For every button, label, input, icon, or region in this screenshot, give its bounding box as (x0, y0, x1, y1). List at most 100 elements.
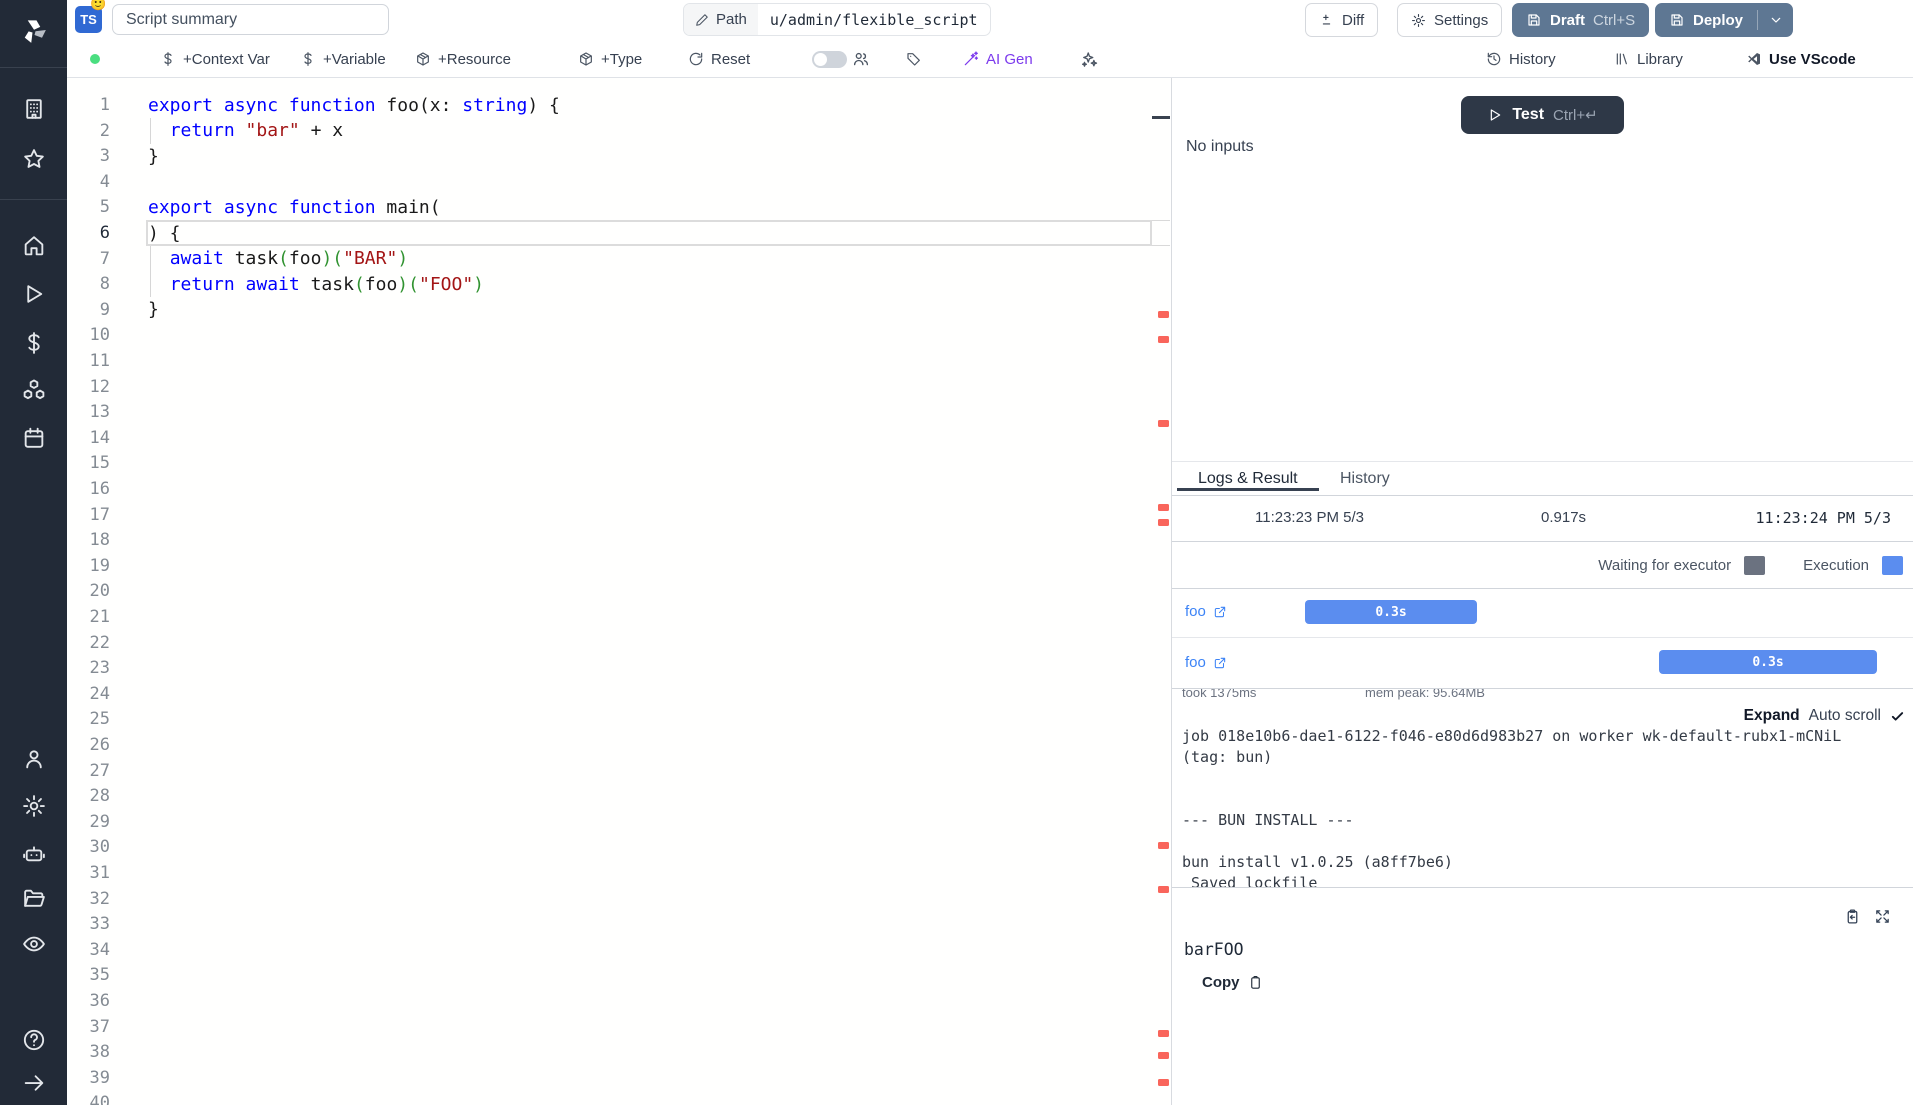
code-line[interactable]: 31 (67, 860, 1170, 886)
code-line[interactable]: 20 (67, 578, 1170, 604)
sidebar-item-workers[interactable] (21, 841, 46, 866)
add-variable-button[interactable]: +Variable (300, 40, 386, 78)
line-number: 39 (67, 1068, 110, 1088)
sidebar-item-folders[interactable] (21, 886, 46, 911)
code-line[interactable]: 11 (67, 348, 1170, 374)
sidebar-item-variables[interactable] (21, 331, 46, 356)
copy-result-button[interactable]: Copy (1202, 974, 1263, 991)
code-line[interactable]: 30 (67, 834, 1170, 860)
overview-ruler-tick (1152, 220, 1170, 221)
sidebar-item-favorites[interactable] (21, 147, 46, 172)
code-line[interactable]: 37 (67, 1014, 1170, 1040)
sparkles-icon (1080, 50, 1098, 68)
run-duration-bar[interactable]: 0.3s (1659, 650, 1877, 674)
draft-button[interactable]: Draft Ctrl+S (1512, 3, 1649, 37)
tab-history[interactable]: History (1340, 470, 1390, 488)
code-line[interactable]: 29 (67, 809, 1170, 835)
copy-to-clipboard-icon[interactable] (1844, 908, 1861, 925)
code-line[interactable]: 24 (67, 681, 1170, 707)
emoji-picker-button[interactable]: 🙂 (90, 0, 106, 10)
assistant-toggle[interactable] (812, 51, 847, 68)
add-context-var-button[interactable]: +Context Var (160, 40, 270, 78)
code-line[interactable]: 1export async function foo(x: string) { (67, 92, 1170, 118)
checkmark-icon[interactable] (1890, 709, 1905, 724)
code-line[interactable]: 32 (67, 886, 1170, 912)
code-line[interactable]: 14 (67, 425, 1170, 451)
code-line[interactable]: 4 (67, 169, 1170, 195)
add-type-button[interactable]: +Type (578, 40, 642, 78)
sidebar-item-runs[interactable] (21, 282, 46, 307)
run-foo-link[interactable]: foo (1185, 603, 1227, 620)
code-line[interactable]: 25 (67, 706, 1170, 732)
code-line[interactable]: 27 (67, 758, 1170, 784)
deploy-button[interactable]: Deploy (1655, 3, 1793, 37)
code-line[interactable]: 36 (67, 988, 1170, 1014)
windmill-logo-icon[interactable] (19, 16, 49, 46)
chevron-down-icon[interactable] (1768, 12, 1784, 28)
dollar-icon (160, 51, 176, 67)
code-line[interactable]: 12 (67, 374, 1170, 400)
sidebar-expand-arrow[interactable] (21, 1071, 46, 1096)
ai-gen-button[interactable]: AI Gen (963, 40, 1033, 78)
sidebar-item-help[interactable] (21, 1028, 46, 1053)
code-line[interactable]: 3} (67, 143, 1170, 169)
sidebar-item-users[interactable] (21, 747, 46, 772)
code-line[interactable]: 2 return "bar" + x (67, 118, 1170, 144)
code-line[interactable]: 28 (67, 783, 1170, 809)
code-line[interactable]: 34 (67, 937, 1170, 963)
code-line[interactable]: 15 (67, 450, 1170, 476)
autoscroll-label[interactable]: Auto scroll (1809, 707, 1881, 725)
sidebar-item-schedules[interactable] (21, 426, 46, 451)
fullscreen-icon[interactable] (1874, 908, 1891, 925)
run-foo-link[interactable]: foo (1185, 654, 1227, 671)
code-line[interactable]: 40 (67, 1090, 1170, 1105)
ai-sparkles-button[interactable] (1080, 40, 1098, 78)
code-editor[interactable]: 1export async function foo(x: string) {2… (67, 78, 1170, 1105)
library-button[interactable]: Library (1614, 40, 1683, 78)
add-resource-button[interactable]: +Resource (415, 40, 511, 78)
code-line[interactable]: 21 (67, 604, 1170, 630)
code-line[interactable]: 10 (67, 322, 1170, 348)
code-line[interactable]: 7 await task(foo)("BAR") (67, 246, 1170, 272)
code-line[interactable]: 6) { (67, 220, 1170, 246)
script-path[interactable]: Path u/admin/flexible_script (683, 3, 991, 36)
code-line[interactable]: 26 (67, 732, 1170, 758)
sidebar-item-settings[interactable] (21, 794, 46, 819)
run-duration-bar[interactable]: 0.3s (1305, 600, 1477, 624)
sidebar-item-audit-logs[interactable] (21, 932, 46, 957)
code-line[interactable]: 23 (67, 655, 1170, 681)
code-line[interactable]: 38 (67, 1039, 1170, 1065)
sidebar-item-resources[interactable] (21, 378, 46, 403)
code-line[interactable]: 19 (67, 553, 1170, 579)
code-line[interactable]: 8 return await task(foo)("FOO") (67, 271, 1170, 297)
history-button[interactable]: History (1486, 40, 1556, 78)
code-line[interactable]: 9} (67, 297, 1170, 323)
reset-button[interactable]: Reset (688, 40, 750, 78)
settings-button[interactable]: Settings (1397, 3, 1502, 37)
code-line[interactable]: 5export async function main( (67, 194, 1170, 220)
code-line[interactable]: 18 (67, 527, 1170, 553)
run-took-stat: took 1375ms (1182, 689, 1256, 700)
code-line[interactable]: 22 (67, 630, 1170, 656)
diff-button[interactable]: Diff (1305, 3, 1378, 37)
sidebar-item-home[interactable] (21, 233, 46, 258)
code-line[interactable]: 35 (67, 962, 1170, 988)
sidebar-item-workspace[interactable] (21, 97, 46, 122)
tab-logs-result[interactable]: Logs & Result (1198, 470, 1298, 488)
expand-button[interactable]: Expand (1744, 707, 1800, 725)
external-link-icon[interactable] (1213, 605, 1227, 619)
tag-button[interactable] (906, 40, 922, 78)
log-output[interactable]: job 018e10b6-dae1-6122-f046-e80d6d983b27… (1182, 726, 1882, 888)
code-line[interactable]: 39 (67, 1065, 1170, 1091)
code-line[interactable]: 13 (67, 399, 1170, 425)
code-line[interactable]: 16 (67, 476, 1170, 502)
test-button[interactable]: Test Ctrl+↵ (1461, 96, 1624, 134)
collaborators-button[interactable] (852, 40, 870, 78)
use-vscode-button[interactable]: Use VScode (1746, 40, 1856, 78)
script-summary-input[interactable] (112, 4, 389, 35)
external-link-icon[interactable] (1213, 656, 1227, 670)
code-line[interactable]: 33 (67, 911, 1170, 937)
code-line[interactable]: 17 (67, 502, 1170, 528)
line-number: 12 (67, 377, 110, 397)
error-marker (1158, 504, 1169, 511)
